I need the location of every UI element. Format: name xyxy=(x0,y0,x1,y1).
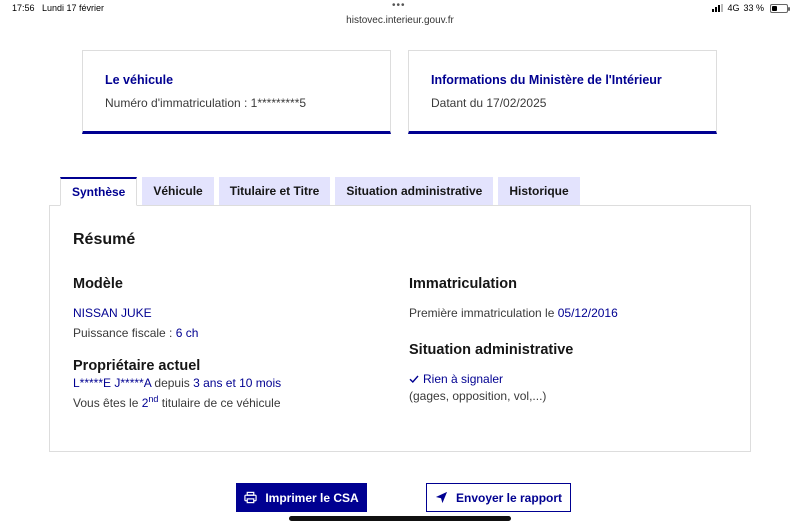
battery-icon xyxy=(770,3,790,13)
registration-number: Numéro d'immatriculation : 1*********5 xyxy=(105,96,307,110)
admin-status: Rien à signaler xyxy=(409,372,729,386)
owner-rank-suffix: nd xyxy=(148,394,159,404)
synthese-panel: Résumé Modèle NISSAN JUKE Puissance fisc… xyxy=(49,205,751,452)
first-registration-label: Première immatriculation le xyxy=(409,306,558,320)
fiscal-power-label: Puissance fiscale : xyxy=(73,326,176,340)
registration-heading: Immatriculation xyxy=(409,276,517,292)
tab-historique[interactable]: Historique xyxy=(498,177,580,205)
send-icon xyxy=(435,491,448,504)
send-report-button[interactable]: Envoyer le rapport xyxy=(426,483,571,512)
ministry-card: Informations du Ministère de l'Intérieur… xyxy=(408,50,717,134)
tab-vehicule[interactable]: Véhicule xyxy=(142,177,214,205)
status-bar: 17:56 Lundi 17 février ••• histovec.inte… xyxy=(0,0,800,34)
ministry-card-title: Informations du Ministère de l'Intérieur xyxy=(431,73,662,87)
owner-duration: 3 ans et 10 mois xyxy=(193,376,282,390)
report-date: Datant du 17/02/2025 xyxy=(431,96,547,110)
owner-rank: Vous êtes le 2nd titulaire de ce véhicul… xyxy=(73,394,383,410)
owner-rank-rest: titulaire de ce véhicule xyxy=(158,396,281,410)
vehicle-card-title: Le véhicule xyxy=(105,73,174,87)
vehicle-card: Le véhicule Numéro d'immatriculation : 1… xyxy=(82,50,391,134)
owner-rank-prefix: Vous êtes le xyxy=(73,396,142,410)
print-csa-label: Imprimer le CSA xyxy=(265,490,359,505)
model-heading: Modèle xyxy=(73,276,123,292)
home-indicator[interactable] xyxy=(289,516,511,521)
tab-situation-administrative[interactable]: Situation administrative xyxy=(335,177,494,205)
owner-heading: Propriétaire actuel xyxy=(73,358,201,374)
print-csa-button[interactable]: Imprimer le CSA xyxy=(236,483,367,512)
summary-right-column: Immatriculation Première immatriculation… xyxy=(409,276,729,403)
signal-icon xyxy=(712,4,724,12)
send-report-label: Envoyer le rapport xyxy=(455,490,563,505)
owner-since-label: depuis xyxy=(151,376,194,390)
tab-synthese[interactable]: Synthèse xyxy=(60,177,138,206)
fiscal-power: Puissance fiscale : 6 ch xyxy=(73,326,383,340)
address-bar-url[interactable]: histovec.interieur.gouv.fr xyxy=(0,15,800,26)
model-name: NISSAN JUKE xyxy=(73,306,152,320)
summary-title: Résumé xyxy=(73,231,136,248)
printer-icon xyxy=(244,491,257,504)
status-date: Lundi 17 février xyxy=(42,3,105,13)
owner-name: L*****E J*****A xyxy=(73,376,152,390)
owner-line: L*****E J*****A depuis 3 ans et 10 mois xyxy=(73,376,383,390)
admin-status-details: (gages, opposition, vol,...) xyxy=(409,389,547,403)
admin-status-text: Rien à signaler xyxy=(423,372,504,386)
summary-left-column: Modèle NISSAN JUKE Puissance fiscale : 6… xyxy=(73,276,383,410)
status-time: 17:56 xyxy=(12,3,35,13)
battery-percent: 33 % xyxy=(743,3,764,13)
first-registration: Première immatriculation le 05/12/2016 xyxy=(409,306,729,320)
fiscal-power-value: 6 ch xyxy=(175,326,199,340)
first-registration-date: 05/12/2016 xyxy=(557,306,618,320)
check-icon xyxy=(409,375,419,384)
tab-titulaire-et-titre[interactable]: Titulaire et Titre xyxy=(218,177,331,205)
more-dots-icon[interactable]: ••• xyxy=(392,0,406,11)
tab-list: Synthèse Véhicule Titulaire et Titre Sit… xyxy=(60,177,580,206)
status-indicators: 4G 33 % xyxy=(712,3,790,13)
admin-status-heading: Situation administrative xyxy=(409,342,574,358)
network-label: 4G xyxy=(727,3,740,13)
